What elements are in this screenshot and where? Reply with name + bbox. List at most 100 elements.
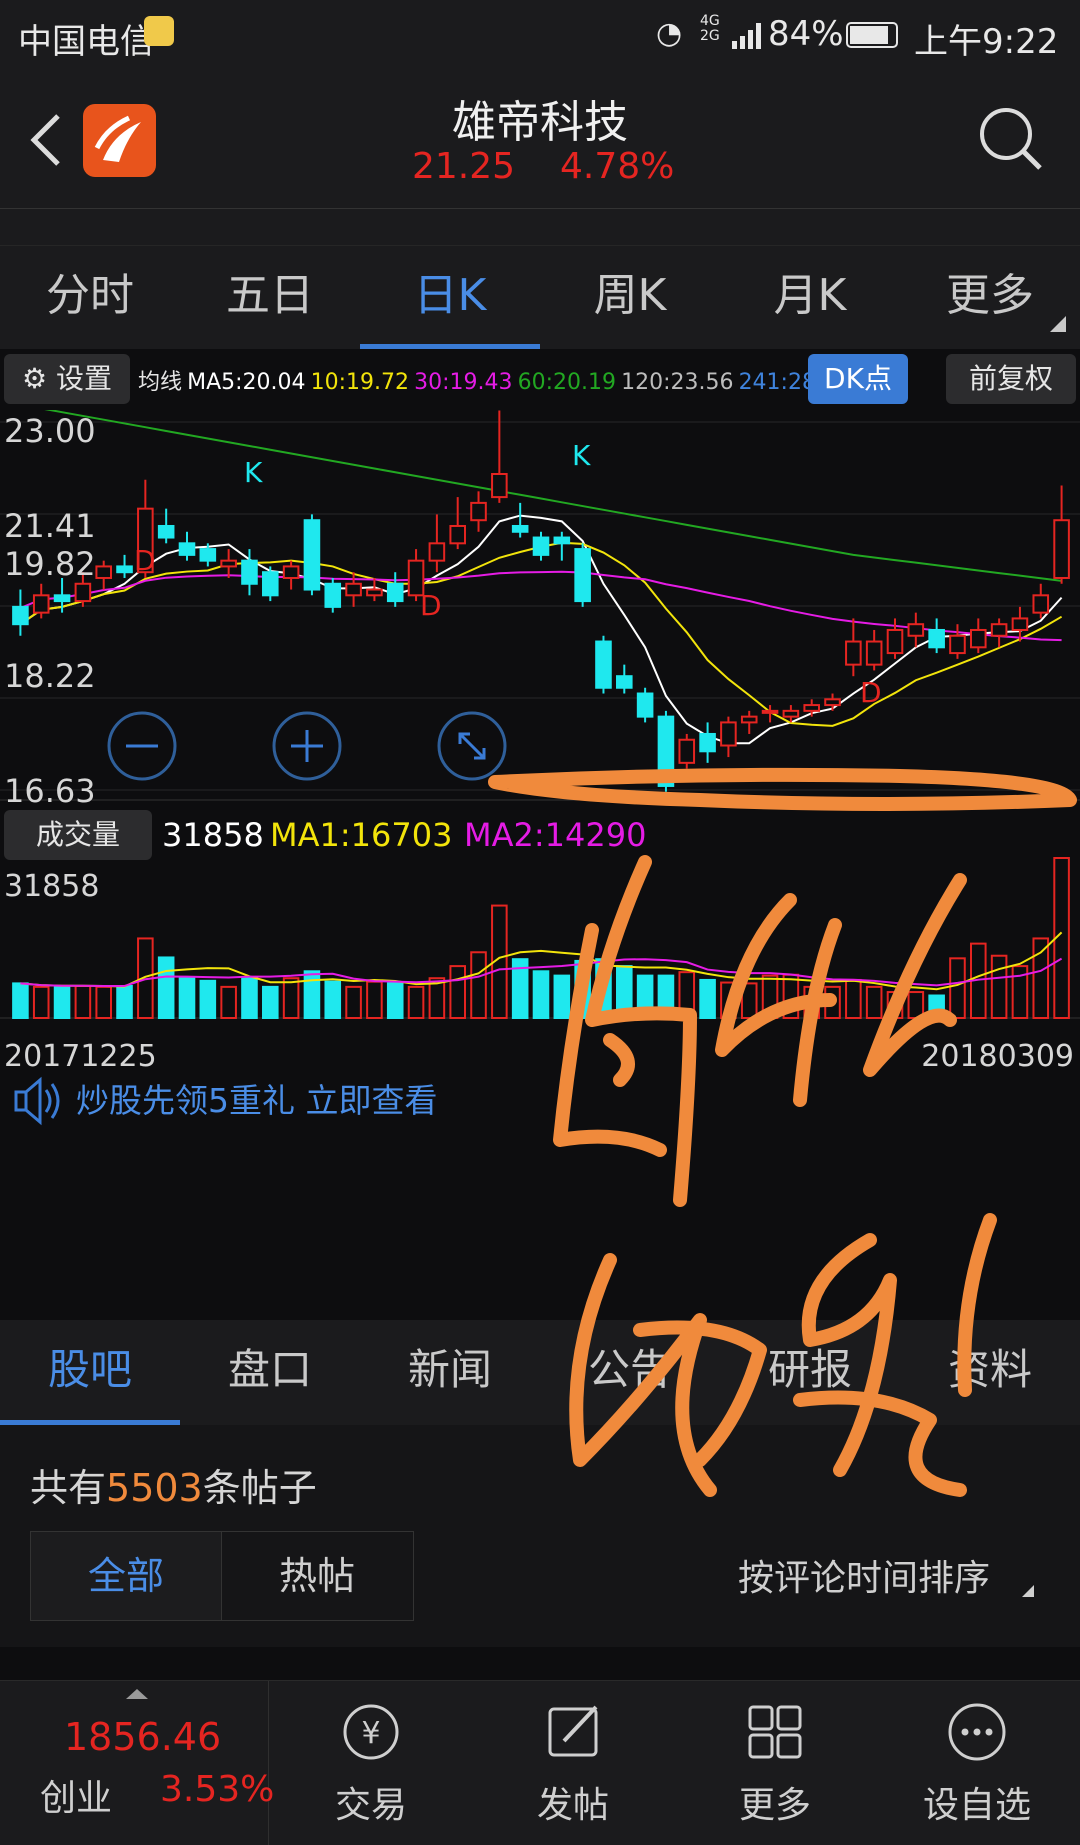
y-label-2: 21.41 <box>4 507 96 545</box>
tab-profile[interactable]: 资料 <box>900 1320 1080 1425</box>
volume-bar <box>990 954 1008 1020</box>
candle-body <box>157 524 175 539</box>
nav-trade-label: 交易 <box>334 1785 407 1826</box>
volume-ma1: MA1:16703 <box>270 816 452 854</box>
volume-label[interactable]: 成交量 <box>36 818 120 851</box>
tab-pankou[interactable]: 盘口 <box>180 1320 360 1425</box>
volume-bar <box>1032 937 1050 1019</box>
post-count: 共有5503条帖子 <box>30 1457 317 1512</box>
marker-d-1: D <box>134 544 156 577</box>
carrier-label: 中国电信 <box>18 22 154 62</box>
candle-body <box>303 519 321 591</box>
candle-body <box>511 524 529 533</box>
candle-body <box>803 704 820 712</box>
volume-value: 31858 <box>162 816 264 854</box>
candle-body <box>970 628 987 649</box>
volume-bar <box>553 974 571 1020</box>
candle-body <box>720 721 737 747</box>
tab-research[interactable]: 研报 <box>720 1320 900 1425</box>
tab-five-day[interactable]: 五日 <box>180 246 360 349</box>
candle-body <box>262 571 279 597</box>
candle-body <box>678 738 696 764</box>
index-value: 1856.46 <box>64 1715 222 1759</box>
promo-link[interactable]: 炒股先领5重礼 立即查看 <box>76 1081 438 1120</box>
nav-trade[interactable]: ¥ 交易 <box>276 1681 466 1828</box>
volume-bar <box>782 973 800 1020</box>
svg-text:¥: ¥ <box>361 1716 380 1751</box>
sort-dropdown[interactable]: 按评论时间排序 <box>738 1549 990 1601</box>
edit-icon <box>548 1705 598 1757</box>
candle-body <box>990 623 1008 637</box>
volume-bar <box>928 994 945 1019</box>
candle-body <box>12 605 29 626</box>
filter-all[interactable]: 全部 <box>31 1532 222 1620</box>
network-label: 4G 2G <box>700 13 720 44</box>
yuan-icon: ¥ <box>343 1704 399 1760</box>
volume-bar <box>532 970 550 1020</box>
date-start: 20171225 <box>4 1039 157 1074</box>
stock-name: 雄帝科技 <box>452 97 628 148</box>
candle-body <box>949 634 966 655</box>
stock-price: 21.25 <box>412 146 516 187</box>
candle-body <box>1032 594 1050 614</box>
volume-bar <box>241 977 258 1019</box>
tab-monthly-k[interactable]: 月K <box>720 246 900 349</box>
caret-up-icon <box>126 1689 148 1699</box>
ma-values: 均线 MA5:20.04 10:19.72 30:19.43 60:20.19 … <box>138 364 851 396</box>
nav-add-watchlist[interactable]: 设自选 <box>882 1681 1072 1828</box>
volume-bar <box>616 965 633 1019</box>
marker-k-1: K <box>244 456 263 489</box>
candle-body <box>491 472 508 499</box>
tab-minute[interactable]: 分时 <box>0 246 180 349</box>
ma-prefix: 均线 <box>138 370 183 395</box>
post-filter: 全部 热帖 <box>30 1531 414 1621</box>
volume-bar <box>845 978 862 1019</box>
volume-bar <box>699 978 716 1019</box>
y-label-top: 23.00 <box>4 412 96 450</box>
volume-bar <box>386 982 404 1019</box>
nav-add-watchlist-label: 设自选 <box>922 1785 1031 1826</box>
ma10-value: 10:19.72 <box>310 370 410 395</box>
tab-announcement[interactable]: 公告 <box>540 1320 720 1425</box>
filter-hot[interactable]: 热帖 <box>222 1532 412 1620</box>
candle-body <box>199 548 217 562</box>
adjust-button[interactable]: 前复权 <box>946 354 1076 404</box>
ma60-value: 60:20.19 <box>517 370 616 395</box>
settings-button[interactable]: ⚙ 设置 <box>4 354 130 404</box>
volume-bar <box>116 985 133 1019</box>
volume-bar <box>678 971 696 1020</box>
volume-bar <box>886 991 904 1020</box>
app-logo-icon <box>83 104 156 177</box>
tab-daily-k[interactable]: 日K <box>360 246 540 349</box>
tab-guba[interactable]: 股吧 <box>0 1320 180 1425</box>
search-icon[interactable] <box>976 104 1046 174</box>
dk-point-button[interactable]: DK点 <box>808 354 908 404</box>
tab-weekly-k[interactable]: 周K <box>540 246 720 349</box>
kline-chart[interactable]: 23.00 21.41 D K D K D 19.82 18.22 16.63 … <box>0 410 1080 1240</box>
date-end: 20180309 <box>921 1039 1074 1074</box>
wifi-icon: ◔ <box>656 16 683 51</box>
settings-label: 设置 <box>56 362 113 395</box>
index-ticker[interactable]: 1856.46 创业 3.53% <box>0 1681 274 1845</box>
volume-bar <box>178 977 196 1019</box>
candle-body <box>386 582 404 603</box>
volume-bar <box>595 958 612 1020</box>
candle-body <box>824 698 841 707</box>
candle-body <box>95 565 112 579</box>
candle-body <box>865 640 883 666</box>
more-dots-icon <box>948 1703 1006 1761</box>
nav-post[interactable]: 发帖 <box>478 1681 668 1828</box>
nav-more[interactable]: 更多 <box>680 1681 870 1828</box>
battery-percent: 84% <box>768 14 844 54</box>
volume-bar <box>366 980 383 1019</box>
volume-bar <box>95 985 112 1020</box>
tab-news[interactable]: 新闻 <box>360 1320 540 1425</box>
candle-body <box>595 640 612 689</box>
battery-icon <box>846 22 898 48</box>
back-icon[interactable] <box>26 110 66 170</box>
post-separator <box>0 1647 1080 1680</box>
y-label-4: 18.22 <box>4 657 96 695</box>
post-count-number: 5503 <box>106 1466 203 1510</box>
tab-more[interactable]: 更多 <box>900 246 1080 349</box>
candle-body <box>116 565 133 574</box>
